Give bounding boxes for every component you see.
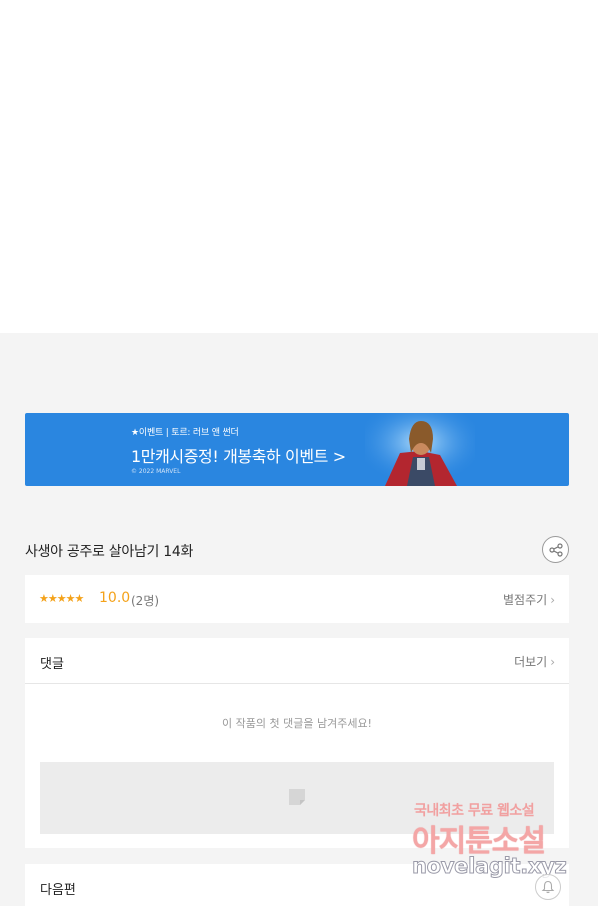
banner-copyright: © 2022 MARVEL xyxy=(131,468,181,475)
comment-placeholder-icon xyxy=(289,789,305,805)
chevron-right-icon: › xyxy=(550,593,555,607)
rating-stars: ★★★★★ xyxy=(39,592,84,605)
next-episode-label: 다음편 xyxy=(40,883,76,898)
bell-icon xyxy=(541,880,555,894)
site-watermark: 국내최초 무료 웹소설 아지툰소설 novelagit.xyz xyxy=(410,798,590,906)
rate-button-label: 별점주기 xyxy=(503,593,548,607)
comment-header: 댓글 더보기 › xyxy=(25,638,569,684)
banner-headline: 1만캐시증정! 개봉축하 이벤트 > xyxy=(131,447,346,466)
banner-event-label: ★이벤트 | 토르: 러브 앤 썬더 xyxy=(131,428,239,438)
episode-title: 사생아 공주로 살아남기 14화 xyxy=(25,544,194,560)
share-icon xyxy=(548,542,563,557)
notification-button[interactable] xyxy=(535,874,561,900)
share-button[interactable] xyxy=(542,536,569,563)
rating-card: ★★★★★ 10.0 (2명) 별점주기 › xyxy=(25,575,569,623)
event-banner[interactable]: ★이벤트 | 토르: 러브 앤 썬더 1만캐시증정! 개봉축하 이벤트 > © … xyxy=(25,413,569,486)
hero-character-image xyxy=(365,413,475,486)
comment-more-button[interactable]: 더보기 › xyxy=(514,653,555,670)
comment-empty-message: 이 작품의 첫 댓글을 남겨주세요! xyxy=(222,717,372,730)
content-blank-area xyxy=(0,0,598,333)
episode-title-row: 사생아 공주로 살아남기 14화 xyxy=(25,536,569,564)
comment-label: 댓글 xyxy=(40,657,64,672)
rate-button[interactable]: 별점주기 › xyxy=(503,591,555,608)
rating-score: 10.0 xyxy=(99,590,131,606)
chevron-right-icon: › xyxy=(550,655,555,669)
comment-more-label: 더보기 xyxy=(514,655,548,669)
rating-count: (2명) xyxy=(131,594,160,608)
